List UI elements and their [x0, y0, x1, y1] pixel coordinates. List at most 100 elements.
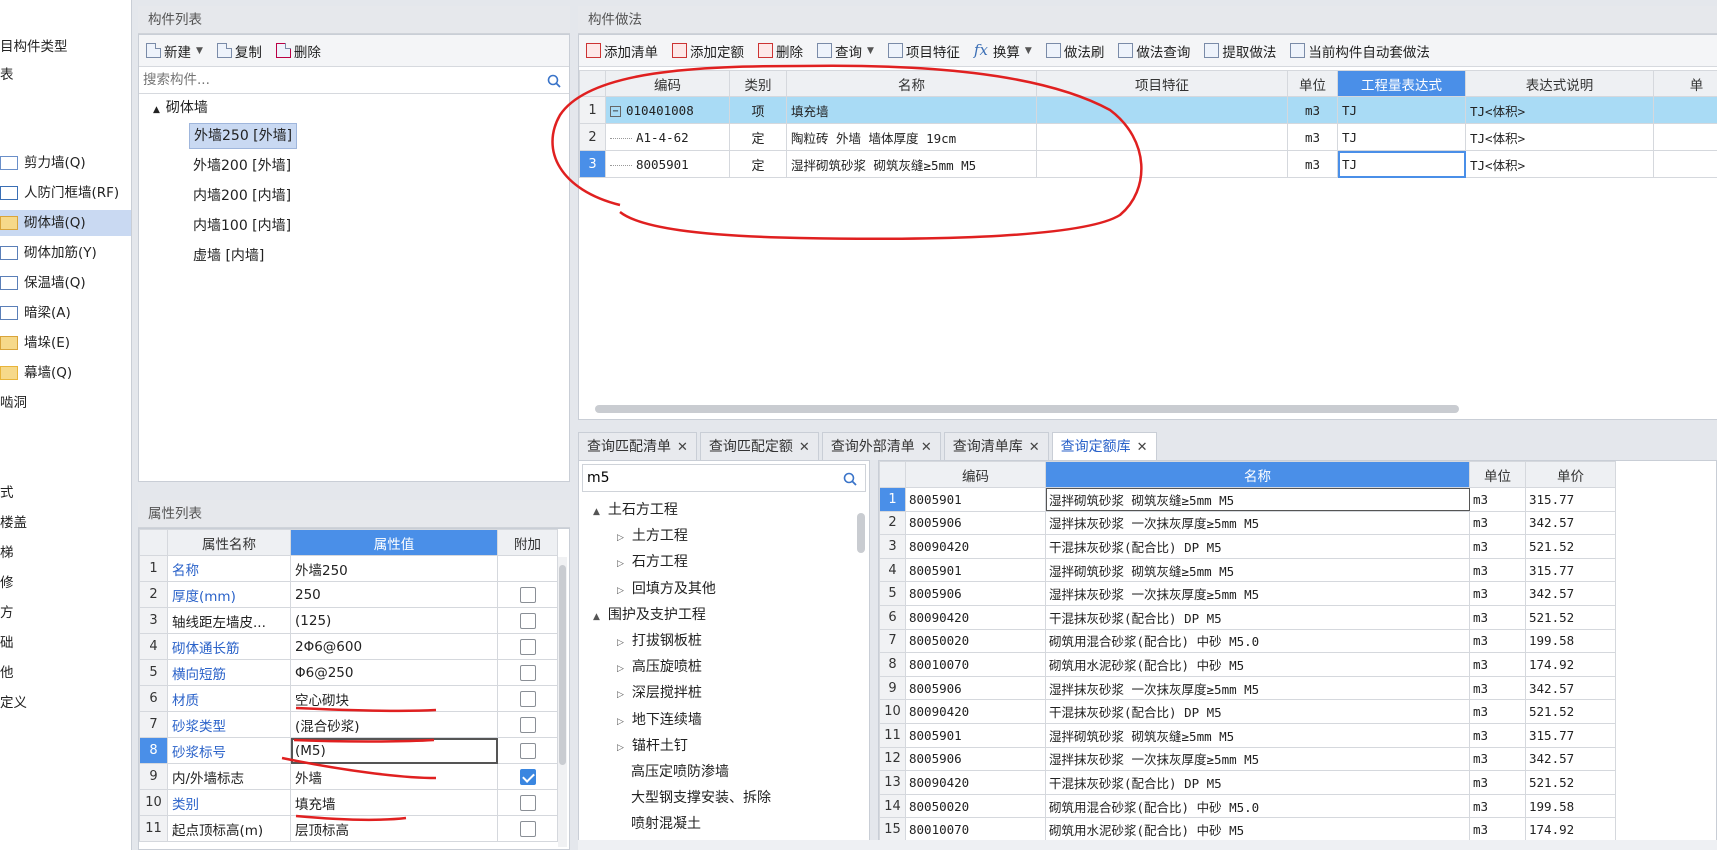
extra-checkbox[interactable]	[519, 586, 536, 603]
property-value[interactable]: (M5)	[290, 737, 498, 764]
quota-row[interactable]: 9 8005906 湿拌抹灰砂浆 一次抹灰厚度≥5mm M5 m3 342.57	[879, 675, 1616, 701]
property-value[interactable]: 250	[290, 581, 498, 608]
quota-cell-code[interactable]: 8005901	[905, 487, 1046, 512]
copy-button[interactable]: 复制	[210, 37, 269, 65]
quota-search-box[interactable]	[582, 464, 866, 492]
method-cell-cat[interactable]: 项	[729, 96, 787, 124]
quota-cell-unit[interactable]: m3	[1469, 487, 1526, 512]
property-row[interactable]: 1 名称 外墙250	[139, 555, 558, 582]
collapse-arrow-icon[interactable]: ▲	[593, 507, 600, 517]
close-icon[interactable]: ✕	[1137, 440, 1148, 455]
convert-button[interactable]: fx 换算 ▼	[967, 37, 1039, 65]
type-item[interactable]: 保温墙(Q)	[0, 270, 131, 296]
chevron-down-icon[interactable]: ▼	[1025, 46, 1032, 56]
quota-cell-name[interactable]: 湿拌砌筑砂浆 砌筑灰缝≥5mm M5	[1045, 557, 1470, 583]
type-item[interactable]: 式	[0, 480, 131, 506]
tree-item[interactable]: 内墙100 [内墙]	[193, 213, 291, 239]
quota-cell-code[interactable]: 80090420	[905, 604, 1046, 630]
query-tab[interactable]: 查询清单库 ✕	[943, 432, 1049, 460]
quota-row[interactable]: 11 8005901 湿拌砌筑砂浆 砌筑灰缝≥5mm M5 m3 315.77	[879, 722, 1616, 748]
method-row[interactable]: 1−010401008 项 填充墙 m3 TJ TJ<体积>	[579, 96, 1717, 124]
search-icon[interactable]	[547, 74, 561, 88]
quota-cell-unit[interactable]: m3	[1469, 746, 1526, 772]
chevron-down-icon[interactable]: ▼	[867, 46, 874, 56]
quota-search-input[interactable]	[583, 465, 833, 491]
quota-cell-code[interactable]: 8005906	[905, 746, 1046, 772]
type-item[interactable]: 方	[0, 600, 131, 626]
extract-method-button[interactable]: 提取做法	[1197, 37, 1283, 65]
quota-tree-node[interactable]: ▷ 高压旋喷桩	[617, 655, 702, 679]
tree-item[interactable]: 内墙200 [内墙]	[193, 183, 291, 209]
quota-cell-price[interactable]: 174.92	[1525, 652, 1616, 677]
method-cell-cat[interactable]: 定	[729, 123, 787, 151]
expand-arrow-icon[interactable]: ▷	[617, 743, 624, 753]
quota-cell-unit[interactable]: m3	[1469, 793, 1526, 819]
property-row[interactable]: 9 内/外墙标志 外墙	[139, 763, 558, 790]
quota-cell-code[interactable]: 8005906	[905, 675, 1046, 701]
method-cell-feat[interactable]	[1036, 150, 1288, 178]
type-item[interactable]: 定义	[0, 690, 131, 716]
quota-cell-price[interactable]: 315.77	[1525, 487, 1616, 512]
property-row[interactable]: 5 横向短筋 Φ6@250	[139, 659, 558, 686]
quota-tree-node[interactable]: ▷ 锚杆土钉	[617, 734, 688, 758]
type-item[interactable]: 人防门框墙(RF)	[0, 180, 131, 206]
quota-cell-price[interactable]: 521.52	[1525, 699, 1616, 724]
method-cell-code[interactable]: 8005901	[605, 150, 730, 178]
type-item[interactable]: 目构件类型	[0, 34, 131, 60]
quota-tree-node[interactable]: 喷射混凝土	[617, 812, 701, 836]
quota-cell-code[interactable]: 80090420	[905, 770, 1046, 795]
property-value[interactable]: 外墙	[290, 763, 498, 790]
quota-cell-unit[interactable]: m3	[1469, 770, 1526, 795]
quota-cell-unit[interactable]: m3	[1469, 652, 1526, 677]
type-item[interactable]: 修	[0, 570, 131, 596]
delete-button[interactable]: 删除	[269, 37, 328, 65]
method-cell-unit[interactable]: m3	[1287, 150, 1338, 178]
quota-cell-name[interactable]: 砌筑用水泥砂浆(配合比) 中砂 M5	[1045, 817, 1470, 842]
quota-cell-name[interactable]: 湿拌砌筑砂浆 砌筑灰缝≥5mm M5	[1045, 722, 1470, 748]
quota-cell-name[interactable]: 砌筑用混合砂浆(配合比) 中砂 M5.0	[1045, 793, 1470, 819]
property-value[interactable]: 层顶标高	[290, 815, 498, 842]
quota-cell-code[interactable]: 8005906	[905, 510, 1046, 536]
quota-cell-unit[interactable]: m3	[1469, 510, 1526, 536]
method-cell-expr[interactable]: TJ	[1337, 96, 1466, 124]
property-scrollbar-thumb[interactable]	[559, 565, 566, 765]
method-cell-unit[interactable]: m3	[1287, 96, 1338, 124]
quota-row[interactable]: 6 80090420 干混抹灰砂浆(配合比) DP M5 m3 521.52	[879, 604, 1616, 630]
property-row[interactable]: 10 类别 填充墙	[139, 789, 558, 816]
property-value[interactable]: 外墙250	[290, 555, 498, 582]
quota-cell-name[interactable]: 干混抹灰砂浆(配合比) DP M5	[1045, 699, 1470, 724]
add-quota-button[interactable]: 添加定额	[665, 37, 751, 65]
quota-cell-unit[interactable]: m3	[1469, 581, 1526, 606]
property-row[interactable]: 4 砌体通长筋 2Φ6@600	[139, 633, 558, 660]
expand-arrow-icon[interactable]: ▷	[617, 533, 624, 543]
method-cell-code[interactable]: −010401008	[605, 96, 730, 124]
quota-row[interactable]: 2 8005906 湿拌抹灰砂浆 一次抹灰厚度≥5mm M5 m3 342.57	[879, 510, 1616, 536]
expand-arrow-icon[interactable]: ▷	[617, 664, 624, 674]
quota-tree-node[interactable]: ▲ 土石方工程	[593, 498, 678, 522]
quota-cell-code[interactable]: 8005901	[905, 557, 1046, 583]
tree-item[interactable]: 外墙250 [外墙]	[189, 123, 298, 149]
expand-arrow-icon[interactable]: ▷	[617, 638, 624, 648]
quota-cell-price[interactable]: 199.58	[1525, 793, 1616, 819]
extra-checkbox[interactable]	[519, 664, 536, 681]
type-item[interactable]: 础	[0, 630, 131, 656]
property-row[interactable]: 11 起点顶标高(m) 层顶标高	[139, 815, 558, 842]
quota-cell-name[interactable]: 干混抹灰砂浆(配合比) DP M5	[1045, 604, 1470, 630]
method-cell-feat[interactable]	[1036, 123, 1288, 151]
extra-checkbox[interactable]	[519, 742, 536, 759]
method-cell-name[interactable]: 填充墙	[786, 96, 1037, 124]
method-brush-button[interactable]: 做法刷	[1039, 37, 1112, 65]
method-cell-cat[interactable]: 定	[729, 150, 787, 178]
collapse-box-icon[interactable]: −	[610, 105, 621, 117]
close-icon[interactable]: ✕	[799, 440, 810, 455]
property-value[interactable]: 空心砌块	[290, 685, 498, 712]
query-tab[interactable]: 查询定额库 ✕	[1051, 432, 1157, 460]
extra-checkbox[interactable]	[519, 612, 536, 629]
quota-cell-price[interactable]: 174.92	[1525, 817, 1616, 842]
delete-method-button[interactable]: 删除	[751, 37, 810, 65]
type-item[interactable]: 暗梁(A)	[0, 300, 131, 326]
quota-cell-price[interactable]: 342.57	[1525, 675, 1616, 701]
quota-cell-name[interactable]: 湿拌抹灰砂浆 一次抹灰厚度≥5mm M5	[1045, 510, 1470, 536]
quota-row[interactable]: 4 8005901 湿拌砌筑砂浆 砌筑灰缝≥5mm M5 m3 315.77	[879, 557, 1616, 583]
property-value[interactable]: Φ6@250	[290, 659, 498, 686]
